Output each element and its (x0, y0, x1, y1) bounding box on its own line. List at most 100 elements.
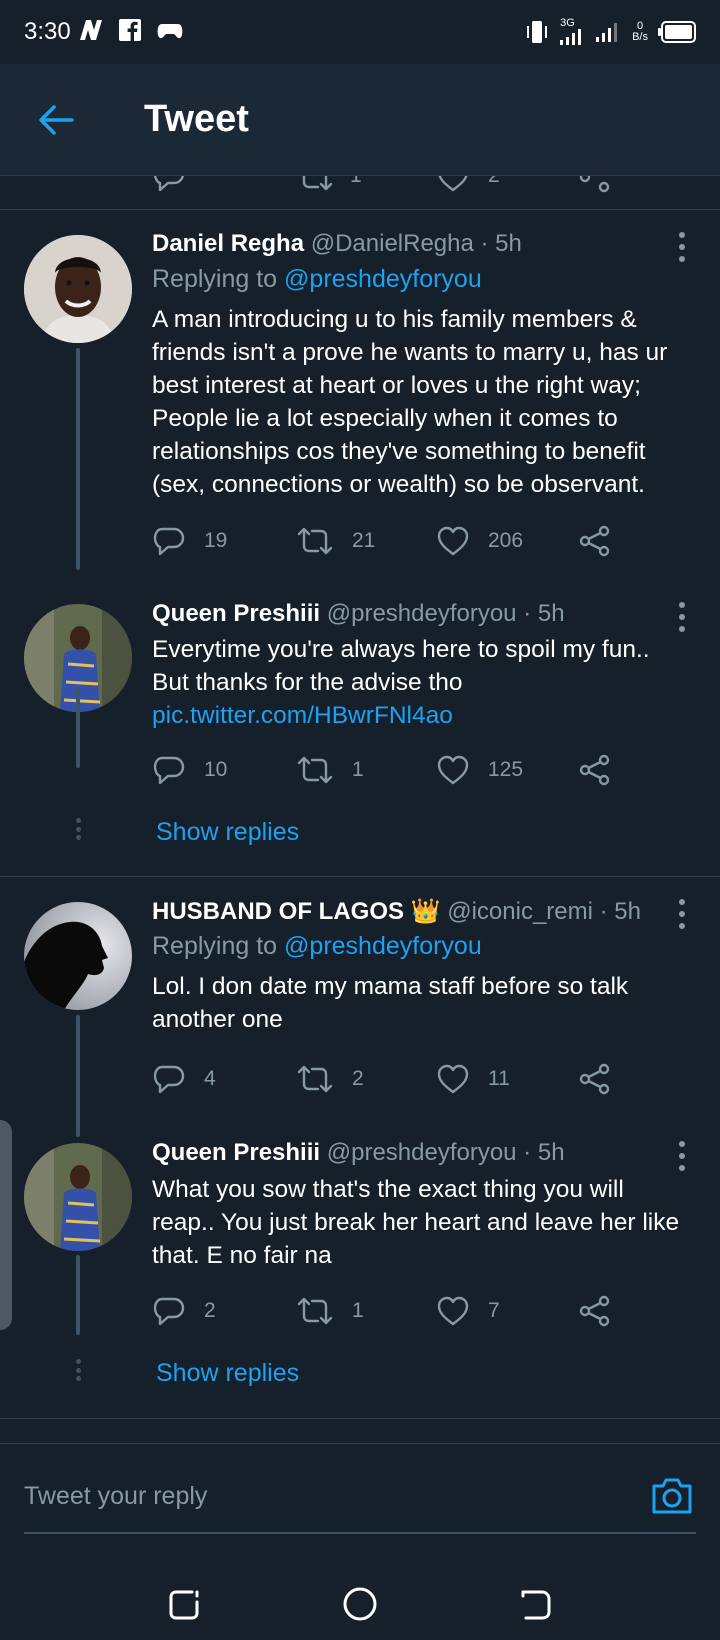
reply-action[interactable]: 19 (152, 521, 227, 561)
network-type: 3G (560, 17, 575, 29)
more-options-icon[interactable] (672, 602, 692, 632)
camera-icon[interactable] (648, 1472, 696, 1520)
more-options-icon[interactable] (672, 1141, 692, 1171)
retweet-action[interactable]: 1 (296, 1291, 364, 1331)
tweet-actions: 2 1 7 (152, 1291, 612, 1331)
user-name[interactable]: Queen Preshiii (152, 600, 320, 627)
tweet-text: What you sow that's the exact thing you … (152, 1176, 680, 1269)
previous-tweet-actions: 1 2 (0, 176, 720, 210)
user-name[interactable]: Queen Preshiii (152, 1139, 320, 1166)
like-action[interactable]: 7 (436, 1291, 500, 1331)
game-controller-icon (157, 24, 183, 39)
share-icon[interactable] (578, 176, 612, 194)
facebook-icon (119, 19, 141, 41)
show-replies-link[interactable]: Show replies (156, 818, 299, 847)
tweet-queen-preshiii-1[interactable]: Queen Preshiii @preshdeyforyou · 5h Ever… (0, 580, 720, 876)
more-options-icon[interactable] (672, 232, 692, 262)
top-app-bar: Tweet (0, 64, 720, 176)
retweet-icon[interactable] (296, 176, 334, 194)
signal-strength-2-icon (596, 22, 618, 42)
retweet-action[interactable]: 1 (296, 750, 364, 790)
retweet-icon (297, 1065, 333, 1093)
back-button[interactable] (36, 100, 76, 140)
avatar-woman-image (24, 1143, 132, 1251)
thread-line (76, 1255, 80, 1335)
share-action[interactable] (578, 1059, 612, 1099)
retweet-count: 2 (352, 1067, 364, 1090)
data-rate-value: 0 (636, 19, 644, 32)
share-action[interactable] (578, 1291, 612, 1331)
user-name[interactable]: HUSBAND OF LAGOS 👑 (152, 898, 441, 925)
data-rate: 0 B/s (632, 19, 648, 43)
replying-to: Replying to @preshdeyforyou (152, 265, 482, 294)
reply-count: 10 (204, 758, 228, 781)
reply-action[interactable]: 4 (152, 1059, 216, 1099)
reply-count: 4 (204, 1067, 216, 1090)
tweet-actions: 19 21 206 (152, 521, 612, 561)
reply-input-underline (24, 1532, 696, 1534)
user-handle-time: @iconic_remi · 5h (447, 898, 641, 925)
replying-to-link[interactable]: @preshdeyforyou (284, 265, 482, 293)
retweet-action[interactable]: 21 (296, 521, 375, 561)
reply-count: 19 (204, 529, 228, 552)
reply-icon[interactable] (152, 176, 186, 194)
status-bar: 3:30 3G 0 B/s (0, 0, 720, 64)
replying-prefix: Replying to (152, 265, 278, 293)
app-n-icon (80, 20, 102, 40)
signal-3g: 3G (560, 18, 586, 45)
tweet-text: Lol. I don date my mama staff before so … (152, 973, 629, 1033)
reply-action[interactable]: 10 (152, 750, 227, 790)
like-icon (437, 1064, 469, 1094)
thread-dots (74, 818, 82, 840)
retweet-icon (297, 1297, 333, 1325)
retweet-icon (297, 756, 333, 784)
data-rate-unit: B/s (632, 30, 648, 43)
tweet-text-body: Everytime you're always here to spoil my… (152, 636, 650, 696)
thread-divider (0, 1418, 720, 1419)
retweet-count: 1 (352, 1299, 364, 1322)
avatar[interactable] (24, 902, 132, 1010)
like-action[interactable]: 125 (436, 750, 523, 790)
tweet-text: A man introducing u to his family member… (152, 306, 668, 498)
tweet-queen-preshiii-2[interactable]: Queen Preshiii @preshdeyforyou · 5h What… (0, 1137, 720, 1418)
user-handle-time: @preshdeyforyou · 5h (326, 1139, 565, 1166)
prev-like-count: 2 (488, 176, 500, 188)
retweet-action[interactable]: 2 (296, 1059, 364, 1099)
more-options-icon[interactable] (672, 899, 692, 929)
share-action[interactable] (578, 750, 612, 790)
like-icon[interactable] (436, 176, 470, 194)
like-icon (437, 755, 469, 785)
notification-icons (78, 18, 184, 42)
like-action[interactable]: 206 (436, 521, 523, 561)
home-icon[interactable] (342, 1586, 378, 1622)
reply-action[interactable]: 2 (152, 1291, 216, 1331)
replying-to-link[interactable]: @preshdeyforyou (284, 932, 482, 960)
retweet-count: 21 (352, 529, 376, 552)
share-icon (579, 525, 610, 557)
reply-input[interactable]: Tweet your reply (24, 1482, 624, 1511)
vibrate-icon (527, 20, 548, 43)
avatar[interactable] (24, 1143, 132, 1251)
tweet-media-link[interactable]: pic.twitter.com/HBwrFNl4ao (152, 702, 453, 729)
like-count: 206 (488, 529, 524, 552)
back-nav-icon[interactable] (518, 1586, 554, 1622)
edge-panel-handle[interactable] (0, 1120, 12, 1330)
like-count: 7 (488, 1299, 500, 1322)
like-icon (437, 526, 469, 556)
reply-icon (153, 756, 185, 785)
reply-icon (153, 527, 185, 556)
prev-retweet-count: 1 (350, 176, 362, 188)
tweet-husband-of-lagos[interactable]: HUSBAND OF LAGOS 👑 @iconic_remi · 5h Rep… (0, 877, 720, 1137)
avatar[interactable] (24, 235, 132, 343)
user-name[interactable]: Daniel Regha (152, 230, 304, 257)
retweet-count: 1 (352, 758, 364, 781)
tweet-daniel-regha[interactable]: Daniel Regha @DanielRegha · 5h Replying … (0, 210, 720, 580)
like-action[interactable]: 11 (436, 1059, 510, 1099)
thread-dots (74, 1359, 82, 1381)
share-action[interactable] (578, 521, 612, 561)
thread-line (76, 348, 80, 570)
page-title: Tweet (144, 98, 249, 140)
thread-line (76, 688, 80, 768)
recent-apps-icon[interactable] (166, 1586, 202, 1622)
show-replies-link[interactable]: Show replies (156, 1359, 299, 1388)
